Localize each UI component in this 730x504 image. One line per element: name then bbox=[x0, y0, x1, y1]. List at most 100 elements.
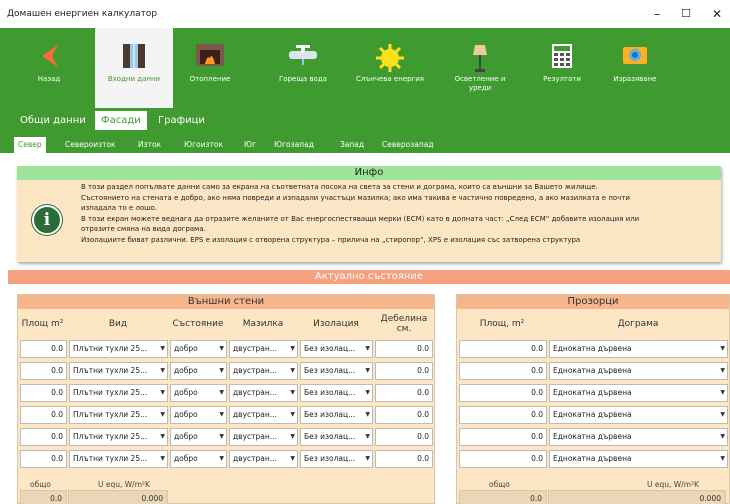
window-area-input[interactable]: 0.0 bbox=[459, 450, 547, 468]
wall-plaster-select[interactable]: двустран... ▼ bbox=[229, 450, 298, 468]
close-button[interactable]: ✕ bbox=[706, 4, 728, 24]
nav-label: Гореща вода bbox=[279, 75, 327, 83]
tab-west[interactable]: Запад bbox=[336, 137, 368, 153]
wall-insulation-select[interactable]: Без изолац... ▼ bbox=[300, 384, 373, 402]
info-line: изпадала то е лошо. bbox=[81, 204, 158, 212]
nav-solar-button[interactable]: Слънчева енергия bbox=[355, 28, 425, 108]
select-value: Плътни тухли 25... bbox=[73, 366, 148, 375]
col-state: Състояние bbox=[172, 319, 224, 329]
select-value: двустран... bbox=[233, 344, 277, 353]
camera-icon bbox=[622, 43, 648, 68]
wall-thickness-input[interactable]: 0.0 bbox=[375, 406, 433, 424]
walls-uequ-label: U equ, W/m²K bbox=[98, 480, 150, 489]
wall-thickness-input[interactable]: 0.0 bbox=[375, 450, 433, 468]
tab-northeast[interactable]: Североизток bbox=[61, 137, 120, 153]
wall-insulation-select[interactable]: Без изолац... ▼ bbox=[300, 450, 373, 468]
wall-state-select[interactable]: добро ▼ bbox=[170, 406, 227, 424]
tab-southeast[interactable]: Югоизток bbox=[180, 137, 227, 153]
wall-state-select[interactable]: добро ▼ bbox=[170, 450, 227, 468]
col-frame: Дограма bbox=[617, 319, 659, 329]
select-value: Еднокатна дървена bbox=[553, 454, 632, 463]
wall-insulation-select[interactable]: Без изолац... ▼ bbox=[300, 428, 373, 446]
wall-area-input[interactable]: 0.0 bbox=[20, 428, 67, 446]
tab-east[interactable]: Изток bbox=[134, 137, 165, 153]
col-window-area: Площ, m² bbox=[479, 319, 525, 329]
window-frame-select[interactable]: Еднокатна дървена ▼ bbox=[549, 450, 728, 468]
wall-thickness-input[interactable]: 0.0 bbox=[375, 428, 433, 446]
tab-northwest[interactable]: Северозапад bbox=[378, 137, 438, 153]
tab-south[interactable]: Юг bbox=[240, 137, 260, 153]
current-state-header: Актуално състояние bbox=[8, 270, 730, 284]
nav-results-button[interactable]: Резултати bbox=[532, 28, 592, 108]
wall-plaster-select[interactable]: двустран... ▼ bbox=[229, 384, 298, 402]
calculator-icon bbox=[551, 43, 573, 72]
nav-export-button[interactable]: Изразяване bbox=[605, 28, 665, 108]
chevron-down-icon: ▼ bbox=[365, 345, 370, 352]
wall-insulation-select[interactable]: Без изолац... ▼ bbox=[300, 340, 373, 358]
wall-state-select[interactable]: добро ▼ bbox=[170, 340, 227, 358]
wall-type-select[interactable]: Плътни тухли 25... ▼ bbox=[69, 406, 168, 424]
chevron-down-icon: ▼ bbox=[290, 345, 295, 352]
wall-area-input[interactable]: 0.0 bbox=[20, 406, 67, 424]
wall-type-select[interactable]: Плътни тухли 25... ▼ bbox=[69, 340, 168, 358]
nav-input-data-button[interactable]: Входни данни bbox=[95, 28, 173, 108]
direction-tabs: Север Североизток Изток Югоизток Юг Югоз… bbox=[0, 137, 730, 153]
tab-general[interactable]: Общи данни bbox=[14, 111, 92, 130]
maximize-button[interactable]: ☐ bbox=[675, 4, 697, 24]
wall-thickness-input[interactable]: 0.0 bbox=[375, 340, 433, 358]
info-line: Състоянието на стената е добро, ако няма… bbox=[81, 193, 630, 202]
nav-lighting-button[interactable]: Осветление и уреди bbox=[445, 28, 515, 108]
wall-plaster-select[interactable]: двустран... ▼ bbox=[229, 406, 298, 424]
wall-insulation-select[interactable]: Без изолац... ▼ bbox=[300, 406, 373, 424]
select-value: Без изолац... bbox=[304, 410, 356, 419]
wall-area-input[interactable]: 0.0 bbox=[20, 384, 67, 402]
wall-insulation-select[interactable]: Без изолац... ▼ bbox=[300, 362, 373, 380]
wall-plaster-select[interactable]: двустран... ▼ bbox=[229, 362, 298, 380]
wall-plaster-select[interactable]: двустран... ▼ bbox=[229, 428, 298, 446]
wall-state-select[interactable]: добро ▼ bbox=[170, 384, 227, 402]
wall-plaster-select[interactable]: двустран... ▼ bbox=[229, 340, 298, 358]
chevron-down-icon: ▼ bbox=[219, 433, 224, 440]
tab-facades[interactable]: Фасади bbox=[95, 111, 147, 130]
chevron-down-icon: ▼ bbox=[720, 433, 725, 440]
window-frame-select[interactable]: Еднокатна дървена ▼ bbox=[549, 384, 728, 402]
wall-state-select[interactable]: добро ▼ bbox=[170, 362, 227, 380]
wall-area-input[interactable]: 0.0 bbox=[20, 450, 67, 468]
info-line: Изолациите биват различни. EPS е изолаци… bbox=[81, 235, 581, 244]
back-arrow-icon bbox=[38, 43, 60, 72]
window-area-input[interactable]: 0.0 bbox=[459, 362, 547, 380]
tab-southwest[interactable]: Югозапад bbox=[270, 137, 318, 153]
wall-type-select[interactable]: Плътни тухли 25... ▼ bbox=[69, 362, 168, 380]
window-frame-select[interactable]: Еднокатна дървена ▼ bbox=[549, 340, 728, 358]
wall-type-select[interactable]: Плътни тухли 25... ▼ bbox=[69, 384, 168, 402]
wall-type-select[interactable]: Плътни тухли 25... ▼ bbox=[69, 428, 168, 446]
minimize-button[interactable]: – bbox=[646, 4, 668, 24]
select-value: Плътни тухли 25... bbox=[73, 454, 148, 463]
chevron-down-icon: ▼ bbox=[160, 411, 165, 418]
chevron-down-icon: ▼ bbox=[290, 433, 295, 440]
chevron-down-icon: ▼ bbox=[290, 411, 295, 418]
window-area-input[interactable]: 0.0 bbox=[459, 406, 547, 424]
col-thickness: Дебелина см. bbox=[380, 314, 428, 334]
chevron-down-icon: ▼ bbox=[160, 345, 165, 352]
windows-uequ-value: 0.000 bbox=[548, 490, 726, 504]
window-frame-select[interactable]: Еднокатна дървена ▼ bbox=[549, 362, 728, 380]
window-frame-select[interactable]: Еднокатна дървена ▼ bbox=[549, 406, 728, 424]
window-frame-select[interactable]: Еднокатна дървена ▼ bbox=[549, 428, 728, 446]
tab-north[interactable]: Север bbox=[14, 137, 46, 153]
window-area-input[interactable]: 0.0 bbox=[459, 384, 547, 402]
window-area-input[interactable]: 0.0 bbox=[459, 428, 547, 446]
wall-thickness-input[interactable]: 0.0 bbox=[375, 362, 433, 380]
wall-area-input[interactable]: 0.0 bbox=[20, 340, 67, 358]
window-area-input[interactable]: 0.0 bbox=[459, 340, 547, 358]
wall-area-input[interactable]: 0.0 bbox=[20, 362, 67, 380]
wall-type-select[interactable]: Плътни тухли 25... ▼ bbox=[69, 450, 168, 468]
nav-heating-button[interactable]: Отопление bbox=[180, 28, 240, 108]
nav-hot-water-button[interactable]: Гореща вода bbox=[273, 28, 333, 108]
nav-back-button[interactable]: Назад bbox=[26, 28, 72, 108]
chevron-down-icon: ▼ bbox=[290, 389, 295, 396]
select-value: добро bbox=[174, 410, 198, 419]
wall-thickness-input[interactable]: 0.0 bbox=[375, 384, 433, 402]
wall-state-select[interactable]: добро ▼ bbox=[170, 428, 227, 446]
tab-schedules[interactable]: Графици bbox=[152, 111, 211, 130]
